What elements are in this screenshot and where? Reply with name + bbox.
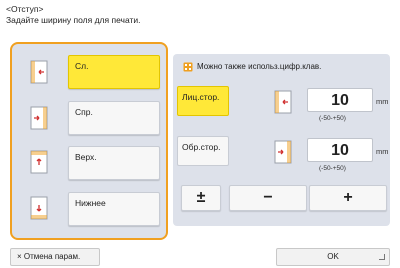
back-margin-icon	[270, 140, 296, 164]
screen-title: <Отступ>	[6, 4, 44, 14]
back-margin-range: (-50-+50)	[319, 165, 346, 172]
keypad-info-icon	[183, 62, 193, 72]
cancel-x-icon: ×	[17, 252, 22, 261]
ok-label: OK	[327, 252, 339, 261]
screen-instruction: Задайте ширину поля для печати.	[6, 15, 141, 25]
back-margin-value[interactable]: 10	[307, 138, 373, 162]
back-side-button[interactable]: Обр.стор.	[177, 136, 229, 166]
margin-bottom-icon	[26, 196, 52, 220]
edge-left-button[interactable]: Сл.	[68, 55, 160, 89]
cancel-settings-button[interactable]: × Отмена парам.	[10, 248, 100, 266]
edge-left-label: Сл.	[75, 61, 89, 71]
back-margin-unit: mm	[376, 147, 389, 156]
edge-bottom-button[interactable]: Нижнее	[68, 192, 160, 226]
front-margin-icon	[270, 90, 296, 114]
front-margin-unit: mm	[376, 97, 389, 106]
margin-top-icon	[26, 150, 52, 174]
plus-minus-button[interactable]: ±	[181, 185, 221, 211]
edge-right-button[interactable]: Спр.	[68, 101, 160, 135]
edge-right-label: Спр.	[75, 107, 93, 117]
front-margin-value[interactable]: 10	[307, 88, 373, 112]
margin-left-icon	[26, 60, 52, 84]
decrement-button[interactable]: −	[229, 185, 307, 211]
corner-grip-icon	[379, 254, 385, 260]
front-margin-range: (-50-+50)	[319, 115, 346, 122]
increment-button[interactable]: +	[309, 185, 387, 211]
edge-top-label: Верх.	[75, 152, 97, 162]
keypad-hint-text: Можно также использ.цифр.клав.	[197, 62, 322, 71]
front-side-button[interactable]: Лиц.стор.	[177, 86, 229, 116]
ok-button[interactable]: OK	[276, 248, 390, 266]
edge-top-button[interactable]: Верх.	[68, 146, 160, 180]
front-side-label: Лиц.стор.	[182, 92, 220, 102]
margin-right-icon	[26, 106, 52, 130]
cancel-settings-label: Отмена парам.	[23, 252, 81, 261]
back-side-label: Обр.стор.	[182, 142, 221, 152]
edge-bottom-label: Нижнее	[75, 198, 106, 208]
